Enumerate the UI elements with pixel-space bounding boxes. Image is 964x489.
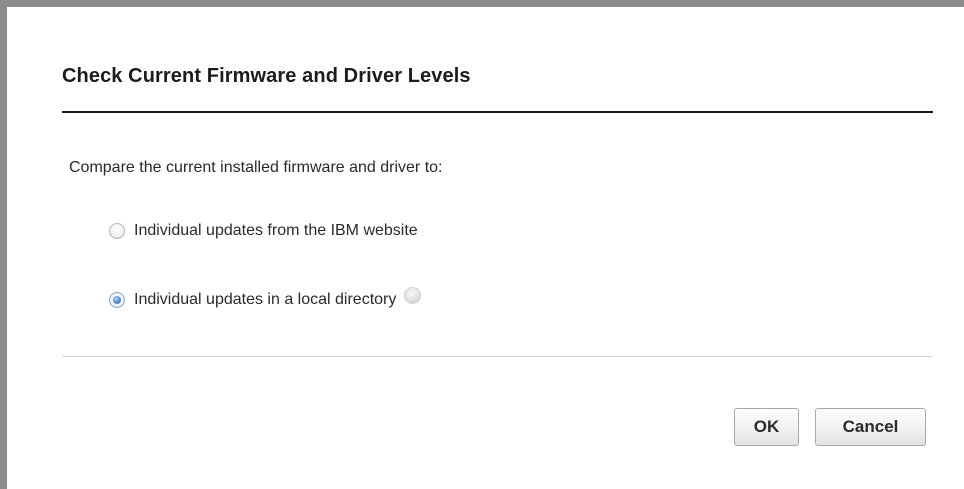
- radio-local-directory[interactable]: [109, 292, 125, 308]
- compare-prompt: Compare the current installed firmware a…: [69, 159, 443, 176]
- option-ibm-website[interactable]: Individual updates from the IBM website: [109, 222, 418, 240]
- option-local-directory[interactable]: Individual updates in a local directory …: [109, 286, 422, 309]
- option-ibm-website-label[interactable]: Individual updates from the IBM website: [134, 222, 418, 240]
- ok-button[interactable]: OK: [734, 408, 799, 446]
- option-local-directory-label[interactable]: Individual updates in a local directory: [134, 291, 396, 309]
- help-icon[interactable]: ?: [404, 286, 422, 304]
- firmware-check-dialog: Check Current Firmware and Driver Levels…: [0, 0, 964, 489]
- title-underline: [62, 111, 933, 113]
- radio-ibm-website[interactable]: [109, 223, 125, 239]
- button-divider: [62, 356, 933, 357]
- dialog-title: Check Current Firmware and Driver Levels: [62, 65, 471, 87]
- cancel-button[interactable]: Cancel: [815, 408, 926, 446]
